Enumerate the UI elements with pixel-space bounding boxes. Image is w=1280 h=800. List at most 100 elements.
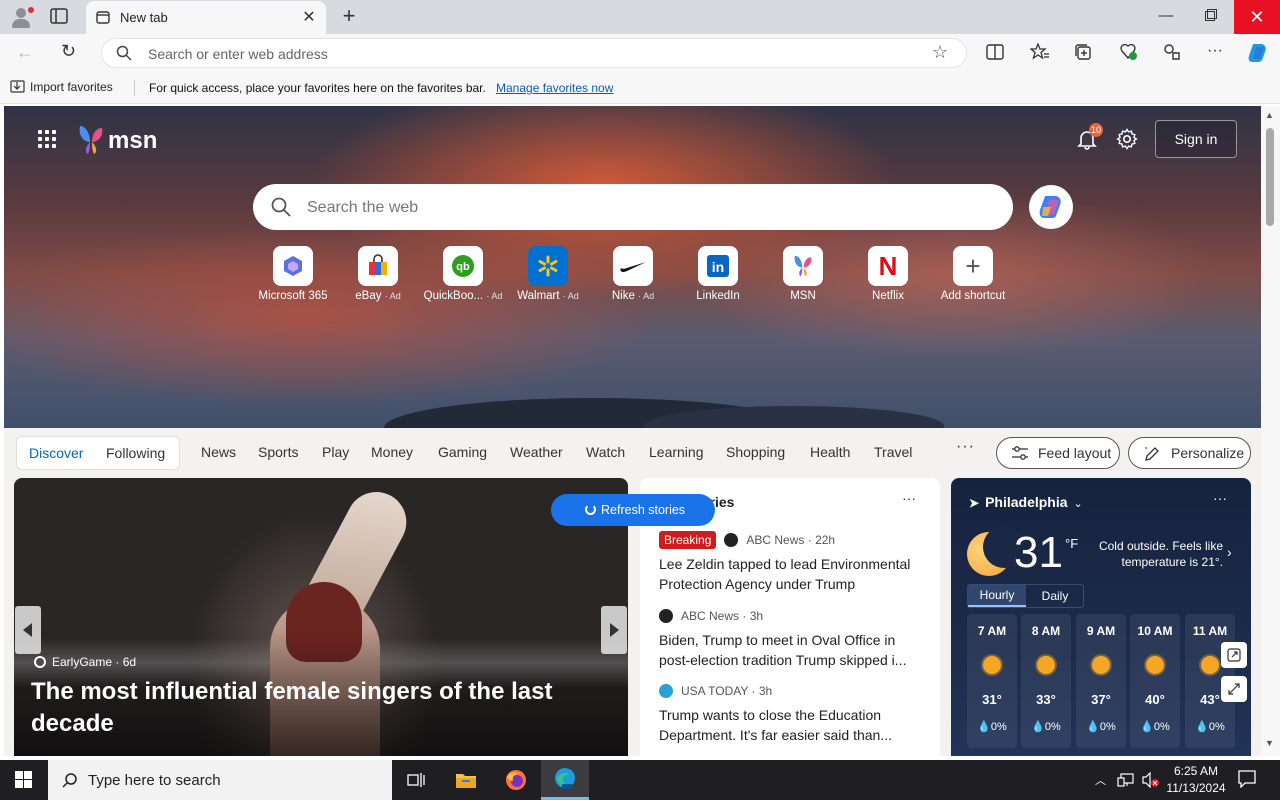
forecast-tabs: Hourly Daily — [967, 584, 1084, 608]
nav-money[interactable]: Money — [371, 444, 413, 460]
news-title[interactable]: Biden, Trump to meet in Oval Office in p… — [659, 630, 927, 670]
close-tab-icon[interactable]: ✕ — [300, 9, 318, 27]
tab-hourly[interactable]: Hourly — [968, 585, 1026, 607]
nav-travel[interactable]: Travel — [874, 444, 912, 460]
previous-story-button[interactable] — [15, 606, 41, 654]
shortcut-quickbooks[interactable]: qb QuickBoo... · Ad — [423, 246, 503, 308]
browser-essentials-icon[interactable] — [1119, 43, 1139, 63]
shortcut-ebay[interactable]: eBay · Ad — [338, 246, 418, 308]
show-hidden-icons-chevron[interactable]: ︿ — [1095, 772, 1106, 788]
favorite-star-icon[interactable]: ☆ — [932, 42, 948, 63]
scroll-up-icon[interactable]: ▲ — [1265, 110, 1274, 120]
feed-layout-button[interactable]: Feed layout — [996, 437, 1120, 469]
tab-new-tab[interactable]: New tab ✕ — [86, 1, 326, 34]
tab-discover[interactable]: Discover — [29, 445, 83, 461]
feed-navigation: Discover Following News Sports Play Mone… — [4, 428, 1261, 478]
profile-icon[interactable] — [8, 4, 34, 30]
more-options-icon[interactable]: ··· — [1213, 490, 1227, 506]
web-search-box[interactable] — [253, 184, 1013, 230]
chevron-right-icon[interactable]: › — [1227, 544, 1232, 560]
shortcut-label: Add shortcut — [940, 290, 1006, 302]
usa-today-logo-icon — [659, 684, 673, 698]
nav-news[interactable]: News — [201, 444, 236, 460]
copilot-button[interactable] — [1029, 185, 1073, 229]
file-explorer-icon[interactable] — [442, 760, 490, 800]
nav-play[interactable]: Play — [322, 444, 349, 460]
weather-location[interactable]: ➤ Philadelphia ⌄ — [969, 494, 1083, 510]
extensions-icon[interactable] — [1163, 43, 1183, 63]
scrollbar-thumb[interactable] — [1266, 128, 1274, 226]
edge-beta-icon[interactable] — [541, 760, 589, 800]
close-window-button[interactable]: ✕ — [1234, 0, 1280, 34]
shortcut-nike[interactable]: Nike · Ad — [593, 246, 673, 308]
msn-logo[interactable]: msn — [76, 124, 158, 156]
sun-icon — [983, 656, 1001, 674]
favorites-icon[interactable] — [1030, 43, 1050, 63]
add-shortcut-button[interactable]: + Add shortcut — [933, 246, 1013, 308]
address-input[interactable] — [148, 44, 908, 64]
news-item[interactable]: Breaking ABC News · 22h Lee Zeldin tapped… — [659, 530, 927, 594]
news-title[interactable]: Trump wants to close the Education Depar… — [659, 705, 927, 745]
open-in-new-icon[interactable] — [1221, 642, 1247, 668]
nav-learning[interactable]: Learning — [649, 444, 704, 460]
nav-watch[interactable]: Watch — [586, 444, 625, 460]
nav-shopping[interactable]: Shopping — [726, 444, 785, 460]
shortcut-microsoft-365[interactable]: Microsoft 365 — [253, 246, 333, 308]
tab-title: New tab — [120, 10, 168, 25]
taskbar-search-input[interactable] — [88, 770, 378, 790]
minimize-button[interactable]: — — [1146, 0, 1186, 34]
story-headline[interactable]: The most influential female singers of t… — [31, 676, 591, 740]
more-menu-icon[interactable]: ··· — [1207, 42, 1227, 62]
tab-actions-icon[interactable] — [50, 8, 70, 26]
nav-sports[interactable]: Sports — [258, 444, 298, 460]
feed-layout-label: Feed layout — [1038, 445, 1112, 461]
network-icon[interactable] — [1117, 772, 1135, 791]
scroll-down-icon[interactable]: ▼ — [1265, 738, 1274, 748]
refresh-icon[interactable]: ↻ — [61, 41, 76, 62]
tab-daily[interactable]: Daily — [1026, 585, 1084, 607]
task-view-icon[interactable] — [392, 760, 440, 800]
import-favorites-button[interactable]: Import favorites — [10, 80, 113, 94]
system-clock[interactable]: 6:25 AM 11/13/2024 — [1160, 763, 1232, 797]
collections-icon[interactable] — [1074, 43, 1094, 63]
tab-following[interactable]: Following — [106, 445, 165, 461]
nav-gaming[interactable]: Gaming — [438, 444, 487, 460]
page-scrollbar[interactable]: ▲ ▼ — [1261, 106, 1280, 756]
web-search-input[interactable] — [307, 197, 987, 219]
news-item[interactable]: USA TODAY · 3h Trump wants to close the … — [659, 681, 927, 745]
shortcut-msn[interactable]: MSN — [763, 246, 843, 308]
more-options-icon[interactable]: ··· — [902, 490, 916, 506]
firefox-icon[interactable] — [492, 760, 540, 800]
shortcut-netflix[interactable]: N Netflix — [848, 246, 928, 308]
copilot-icon[interactable] — [1247, 42, 1267, 62]
hour-temp: 33° — [1036, 692, 1056, 707]
personalize-button[interactable]: Personalize — [1128, 437, 1251, 469]
taskbar-search-box[interactable] — [48, 760, 392, 800]
news-title[interactable]: Lee Zeldin tapped to lead Environmental … — [659, 554, 927, 594]
weather-card[interactable]: ➤ Philadelphia ⌄ ··· 31 °F Cold outside. F… — [951, 478, 1251, 756]
walmart-icon — [528, 246, 568, 286]
more-nav-icon[interactable]: ··· — [956, 438, 975, 456]
nav-weather[interactable]: Weather — [510, 444, 563, 460]
restore-button[interactable] — [1190, 0, 1230, 34]
new-tab-button[interactable]: + — [337, 5, 361, 29]
shortcut-linkedin[interactable]: in LinkedIn — [678, 246, 758, 308]
notifications-bell-icon[interactable]: 10 — [1076, 123, 1104, 152]
featured-story-card[interactable]: EarlyGame · 6d The most influential fema… — [14, 478, 628, 756]
settings-gear-icon[interactable] — [1116, 128, 1140, 152]
shortcut-walmart[interactable]: Walmart · Ad — [508, 246, 588, 308]
next-story-button[interactable] — [601, 606, 627, 654]
refresh-stories-button[interactable]: Refresh stories — [551, 494, 715, 526]
app-launcher-icon[interactable] — [38, 130, 58, 150]
manage-favorites-link[interactable]: Manage favorites now — [496, 81, 613, 95]
volume-muted-icon[interactable] — [1142, 771, 1160, 791]
address-bar[interactable]: ☆ — [101, 38, 967, 68]
windows-start-icon[interactable] — [0, 760, 48, 800]
split-screen-icon[interactable] — [986, 43, 1006, 63]
back-icon[interactable]: ← — [16, 42, 34, 63]
expand-icon[interactable] — [1221, 676, 1247, 702]
action-center-icon[interactable] — [1238, 770, 1256, 791]
news-item[interactable]: ABC News · 3h Biden, Trump to meet in Ov… — [659, 606, 927, 670]
sign-in-button[interactable]: Sign in — [1155, 120, 1237, 158]
nav-health[interactable]: Health — [810, 444, 850, 460]
